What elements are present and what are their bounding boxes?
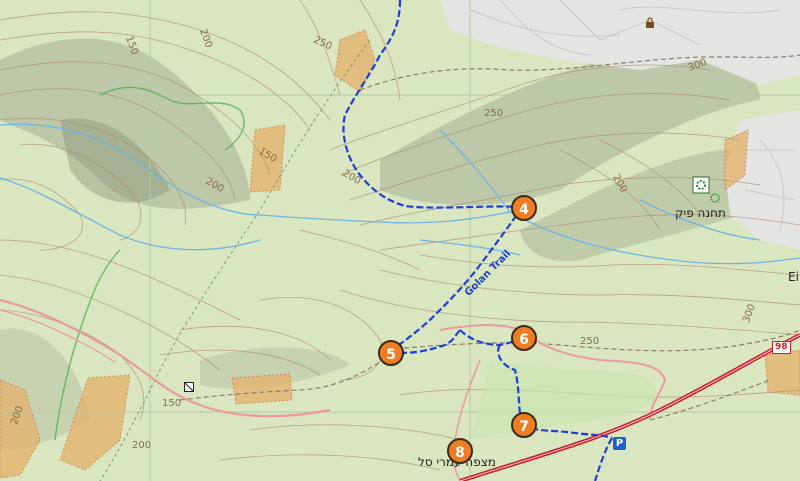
park-icon[interactable] bbox=[692, 176, 710, 194]
place-label-edge: Ei bbox=[788, 270, 799, 284]
lock-icon bbox=[645, 17, 655, 29]
topographic-map[interactable]: 250 200 150 250 300 200 150 200 200 250 … bbox=[0, 0, 800, 481]
waypoint-marker-5[interactable]: 5 bbox=[378, 340, 404, 366]
waypoint-marker-6[interactable]: 6 bbox=[511, 325, 537, 351]
gate-icon bbox=[184, 382, 194, 392]
waypoint-marker-7[interactable]: 7 bbox=[511, 412, 537, 438]
waypoint-marker-8[interactable]: 8 bbox=[447, 438, 473, 464]
contour-label: 150 bbox=[162, 398, 182, 409]
viewpoint-icon[interactable] bbox=[709, 192, 721, 204]
road-number-shield: 98 bbox=[772, 341, 791, 354]
contour-label: 250 bbox=[484, 108, 504, 119]
contour-label: 250 bbox=[580, 336, 600, 347]
map-canvas bbox=[0, 0, 800, 481]
place-label-station-peak: תחנה פיק bbox=[675, 206, 726, 220]
parking-icon[interactable]: P bbox=[613, 437, 626, 450]
waypoint-marker-4[interactable]: 4 bbox=[511, 195, 537, 221]
contour-label: 200 bbox=[132, 440, 152, 451]
park-area bbox=[470, 360, 657, 440]
